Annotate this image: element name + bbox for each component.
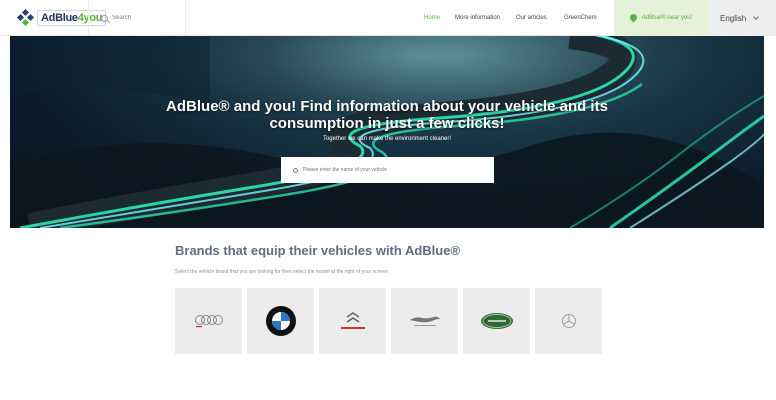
- brand-grid: [175, 288, 602, 354]
- hero-banner: AdBlue® and you! Find information about …: [10, 36, 764, 228]
- header-search-input[interactable]: [112, 15, 182, 21]
- hero-subtitle: Together we can make the environment cle…: [322, 136, 452, 142]
- hero-background-image: [10, 36, 764, 228]
- chevron-down-icon: [753, 14, 760, 20]
- hero-title-line-2: consumption in just a few clicks!: [269, 115, 505, 132]
- jaguar-logo-icon: [409, 316, 440, 326]
- nav-greenchem[interactable]: GreenChem: [564, 15, 597, 21]
- brands-heading: Brands that equip their vehicles with Ad…: [175, 243, 461, 258]
- top-header: AdBlue4you Home More information Our art…: [0, 0, 776, 36]
- language-selector[interactable]: English: [708, 0, 776, 36]
- brand-card-audi[interactable]: [175, 288, 242, 354]
- bmw-logo-icon: [265, 306, 296, 336]
- vehicle-search: [281, 157, 494, 183]
- brand-card-mercedes[interactable]: [535, 288, 602, 354]
- brands-subheading: Select the vehicle brand that you are lo…: [175, 269, 388, 275]
- near-you-button[interactable]: AdBlue® near you!: [614, 0, 708, 36]
- search-icon: [293, 167, 298, 173]
- vehicle-search-input[interactable]: [303, 167, 483, 173]
- brand-card-citroen[interactable]: [319, 288, 386, 354]
- land-rover-logo-icon: [480, 313, 513, 329]
- hero-title: AdBlue® and you! Find information about …: [10, 98, 764, 132]
- language-label: English: [720, 13, 747, 23]
- near-you-label: AdBlue® near you!: [641, 15, 693, 21]
- search-icon: [101, 14, 108, 22]
- hero-title-line-1: AdBlue® and you! Find information about …: [166, 98, 608, 115]
- nav-home[interactable]: Home: [424, 15, 440, 21]
- header-search: [88, 0, 186, 36]
- citroen-logo-icon: [340, 312, 365, 329]
- audi-logo-icon: [194, 315, 223, 328]
- brand-card-jaguar[interactable]: [391, 288, 458, 354]
- nav-more-information[interactable]: More information: [455, 15, 500, 21]
- mercedes-logo-icon: [561, 314, 576, 328]
- logo-icon: [16, 8, 35, 27]
- location-pin-icon: [630, 14, 637, 23]
- brand-card-land-rover[interactable]: [463, 288, 530, 354]
- logo-text-a: AdBlue: [41, 12, 78, 24]
- nav-our-articles[interactable]: Our articles: [516, 15, 547, 21]
- brand-card-bmw[interactable]: [247, 288, 314, 354]
